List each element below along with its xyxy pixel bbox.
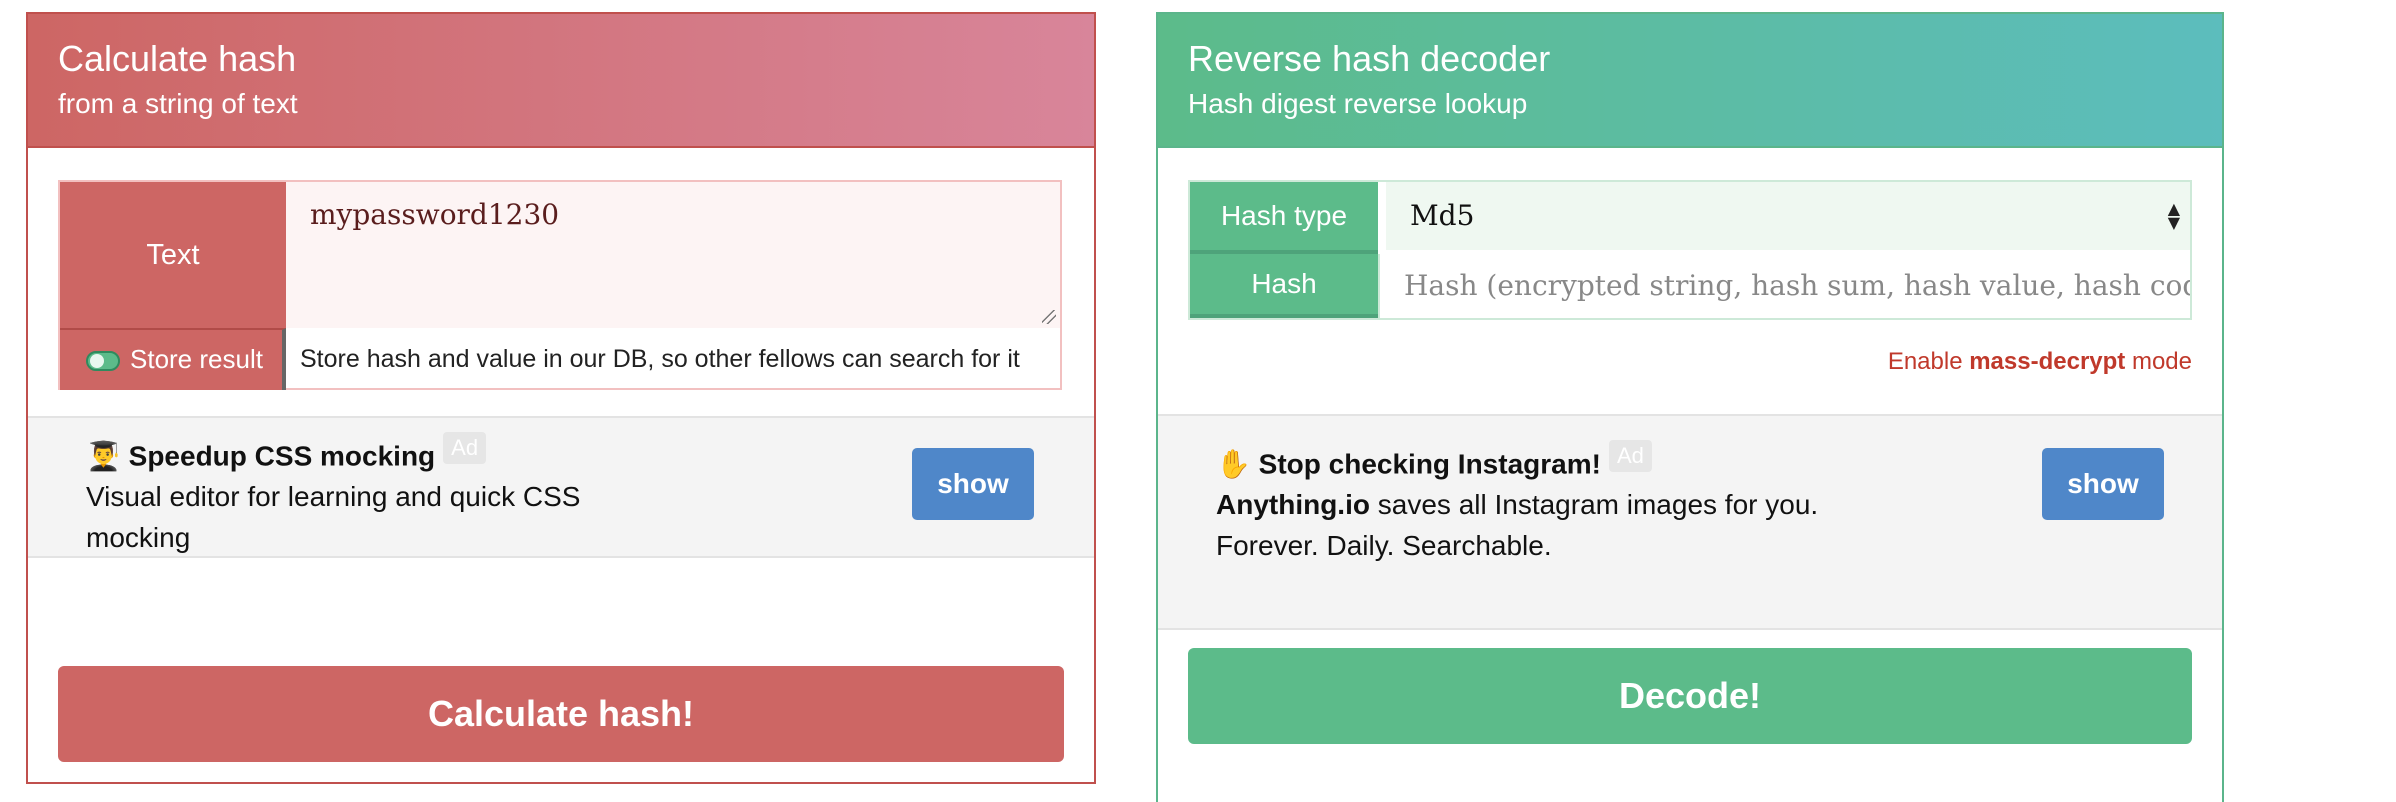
ad-content: ✋ Stop checking Instagram! Ad Anything.io…	[1216, 440, 1818, 566]
ad-title: Stop checking Instagram!	[1258, 448, 1601, 480]
hash-type-value: Md5	[1410, 199, 1475, 232]
hash-label: Hash	[1190, 254, 1378, 318]
panel-subtitle: Hash digest reverse lookup	[1188, 88, 1528, 119]
toggle-switch-icon[interactable]	[86, 351, 120, 372]
ad-show-button[interactable]: show	[912, 448, 1034, 520]
ad-banner: ✋ Stop checking Instagram! Ad Anything.io…	[1158, 414, 2222, 630]
ad-badge: Ad	[1608, 440, 1652, 472]
ad-line-1: Visual editor for learning and quick CSS	[86, 481, 581, 513]
hash-input-group: Hash type Md5 ▲ ▼ Hash Hash (encrypted st…	[1188, 180, 2192, 320]
store-result-toggle[interactable]: Store result	[60, 328, 286, 390]
hash-input[interactable]: Hash (encrypted string, hash sum, hash v…	[1378, 254, 2190, 318]
calculate-hash-header: Calculate hash from a string of text	[28, 14, 1094, 148]
reverse-hash-header: Reverse hash decoder Hash digest reverse…	[1158, 14, 2222, 148]
select-arrows-icon: ▲ ▼	[2167, 199, 2180, 232]
resize-handle-icon[interactable]	[1042, 310, 1056, 324]
mass-decrypt-suffix: mode	[2125, 348, 2192, 375]
calculate-hash-button[interactable]: Calculate hash!	[58, 666, 1064, 762]
ad-show-button[interactable]: show	[2042, 448, 2164, 520]
text-input-value: mypassword1230	[310, 198, 560, 231]
mass-decrypt-bold: mass-decrypt	[1969, 348, 2126, 375]
ad-line-2: mocking	[86, 522, 191, 554]
panel-title: Calculate hash	[58, 38, 297, 79]
hash-type-label: Hash type	[1190, 182, 1378, 254]
store-result-label: Store result	[130, 344, 263, 374]
decode-button[interactable]: Decode!	[1188, 648, 2192, 744]
mass-decrypt-link[interactable]: Enable mass-decrypt mode	[1888, 348, 2192, 376]
panel-title: Reverse hash decoder	[1188, 38, 1551, 79]
text-input[interactable]: mypassword1230	[286, 182, 1060, 328]
ad-line-1: saves all Instagram images for you.	[1369, 489, 1819, 521]
hash-type-select[interactable]: Md5 ▲ ▼	[1386, 182, 2190, 250]
ad-content: 👨‍🎓 Speedup CSS mocking Ad Visual editor …	[86, 432, 580, 558]
ad-line-2: Forever. Daily. Searchable.	[1216, 530, 1552, 562]
ad-brand: Anything.io	[1216, 489, 1370, 521]
ad-emoji: ✋	[1216, 448, 1251, 480]
store-result-description: Store hash and value in our DB, so other…	[300, 345, 1020, 373]
calculate-hash-panel: Calculate hash from a string of text Tex…	[26, 12, 1096, 784]
ad-banner: 👨‍🎓 Speedup CSS mocking Ad Visual editor …	[28, 416, 1094, 558]
text-label: Text	[60, 182, 286, 328]
ad-badge: Ad	[443, 432, 487, 464]
reverse-hash-panel: Reverse hash decoder Hash digest reverse…	[1156, 12, 2224, 802]
ad-emoji: 👨‍🎓	[86, 440, 121, 472]
mass-decrypt-prefix: Enable	[1887, 348, 1970, 375]
ad-title: Speedup CSS mocking	[128, 440, 436, 472]
panel-subtitle: from a string of text	[58, 88, 298, 119]
text-input-group: Text mypassword1230 Store result Store h…	[58, 180, 1062, 390]
